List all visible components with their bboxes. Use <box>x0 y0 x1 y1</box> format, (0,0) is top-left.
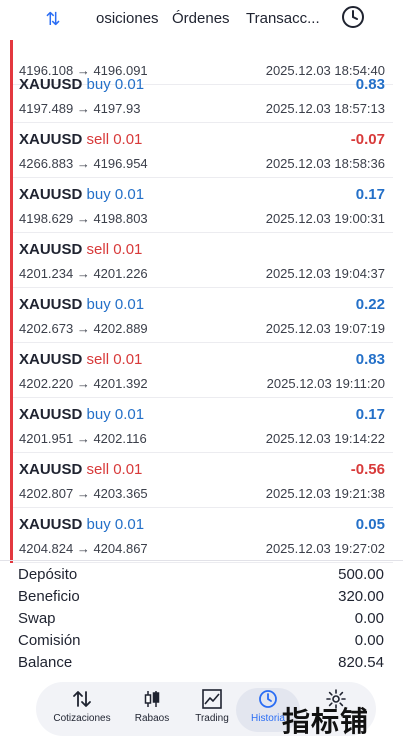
trade-prices: 4202.673 → 4202.889 <box>19 321 148 336</box>
trade-row[interactable]: XAUUSD sell 0.01 4201.234 → 4201.226 202… <box>10 233 393 288</box>
trade-side: sell 0.01 <box>86 131 143 148</box>
trade-prices: 4201.951 → 4202.116 <box>19 431 147 446</box>
trade-symbol: XAUUSD buy 0.01 <box>19 516 145 533</box>
trade-side: sell 0.01 <box>86 241 143 258</box>
trade-profit: 0.17 <box>355 186 385 203</box>
trade-time: 2025.12.03 19:11:20 <box>266 376 385 391</box>
trade-prices: 4197.489 → 4197.93 <box>19 101 141 116</box>
trade-profit: 0.83 <box>355 76 385 93</box>
trade-row[interactable]: XAUUSD buy 0.01 0.17 4201.951 → 4202.116… <box>10 398 393 453</box>
candlestick-icon <box>144 691 160 707</box>
history-clock-icon <box>259 690 277 708</box>
trade-side: buy 0.01 <box>86 296 145 313</box>
trade-side: sell 0.01 <box>86 461 143 478</box>
trade-symbol: XAUUSD sell 0.01 <box>19 131 143 148</box>
nav-charts[interactable]: Rabaos <box>120 688 184 732</box>
trade-side: buy 0.01 <box>86 186 145 203</box>
summary-swap: Swap 0.00 <box>18 610 384 627</box>
summary-deposit: Depósito 500.00 <box>18 566 384 583</box>
trade-profit: 0.17 <box>355 406 385 423</box>
trade-time: 2025.12.03 19:00:31 <box>265 211 385 226</box>
trade-row[interactable]: XAUUSD sell 0.01 -0.07 4266.883 → 4196.9… <box>10 123 393 178</box>
trade-time: 2025.12.03 18:57:13 <box>265 101 385 116</box>
trade-time: 2025.12.03 19:21:38 <box>265 486 385 501</box>
trade-prices: 4198.629 → 4198.803 <box>19 211 148 226</box>
trade-profit: 0.22 <box>355 296 385 313</box>
updown-arrows-icon <box>73 691 91 707</box>
trade-side: buy 0.01 <box>86 76 145 93</box>
trade-prices: 4204.824 → 4204.867 <box>19 541 148 556</box>
trade-prices: 4202.220 → 4201.392 <box>19 376 148 391</box>
trade-time: 2025.12.03 19:27:02 <box>265 541 385 556</box>
trade-symbol: XAUUSD sell 0.01 <box>19 351 143 368</box>
trade-time: 2025.12.03 19:07:19 <box>265 321 385 336</box>
watermark-text: 指标铺 <box>282 706 370 737</box>
trade-symbol: XAUUSD buy 0.01 <box>19 76 145 93</box>
tab-transactions[interactable]: Transacc... <box>246 10 320 27</box>
nav-quotes[interactable]: Cotizaciones <box>50 688 114 732</box>
summary-commission: Comisión 0.00 <box>18 632 384 649</box>
trade-row[interactable]: XAUUSD buy 0.01 0.05 4204.824 → 4204.867… <box>10 508 393 563</box>
chart-line-icon <box>202 689 222 709</box>
summary-profit: Beneficio 320.00 <box>18 588 384 605</box>
tab-positions[interactable]: osiciones <box>96 10 159 27</box>
trade-profit: -0.56 <box>350 461 385 478</box>
trade-side: buy 0.01 <box>86 516 145 533</box>
clock-icon[interactable] <box>340 4 366 30</box>
trade-side: buy 0.01 <box>86 406 145 423</box>
trade-profit: -0.07 <box>350 131 385 148</box>
trade-row[interactable]: XAUUSD sell 0.01 0.83 4202.220 → 4201.39… <box>10 343 393 398</box>
trade-prices: 4201.234 → 4201.226 <box>19 266 148 281</box>
trade-symbol: XAUUSD sell 0.01 <box>19 241 143 258</box>
row-divider <box>13 562 393 563</box>
top-tab-bar: ⇅ osiciones Órdenes Transacc... <box>0 0 403 40</box>
trade-symbol: XAUUSD buy 0.01 <box>19 406 145 423</box>
trade-profit: 0.05 <box>355 516 385 533</box>
trade-profit: 0.83 <box>355 351 385 368</box>
trade-symbol: XAUUSD buy 0.01 <box>19 186 145 203</box>
trade-row[interactable]: XAUUSD sell 0.01 -0.56 4202.807 → 4203.3… <box>10 453 393 508</box>
trade-time: 2025.12.03 19:04:37 <box>265 266 385 281</box>
sort-icon[interactable]: ⇅ <box>42 8 64 30</box>
trade-row[interactable]: XAUUSD buy 0.01 0.22 4202.673 → 4202.889… <box>10 288 393 343</box>
trade-time: 2025.12.03 18:58:36 <box>265 156 385 171</box>
summary-balance: Balance 820.54 <box>18 654 384 671</box>
trade-side: sell 0.01 <box>86 351 143 368</box>
tab-orders[interactable]: Órdenes <box>172 10 230 27</box>
trade-row[interactable]: XAUUSD buy 0.01 0.17 4198.629 → 4198.803… <box>10 178 393 233</box>
trade-symbol: XAUUSD sell 0.01 <box>19 461 143 478</box>
trade-row[interactable]: XAUUSD buy 0.01 0.83 4197.489 → 4197.93 … <box>10 68 393 123</box>
trade-time: 2025.12.03 19:14:22 <box>265 431 385 446</box>
trade-prices: 4266.883 → 4196.954 <box>19 156 148 171</box>
trade-symbol: XAUUSD buy 0.01 <box>19 296 145 313</box>
trade-prices: 4202.807 → 4203.365 <box>19 486 148 501</box>
account-summary: Depósito 500.00 Beneficio 320.00 Swap 0.… <box>0 560 403 671</box>
nav-trading[interactable]: Trading <box>180 688 244 732</box>
